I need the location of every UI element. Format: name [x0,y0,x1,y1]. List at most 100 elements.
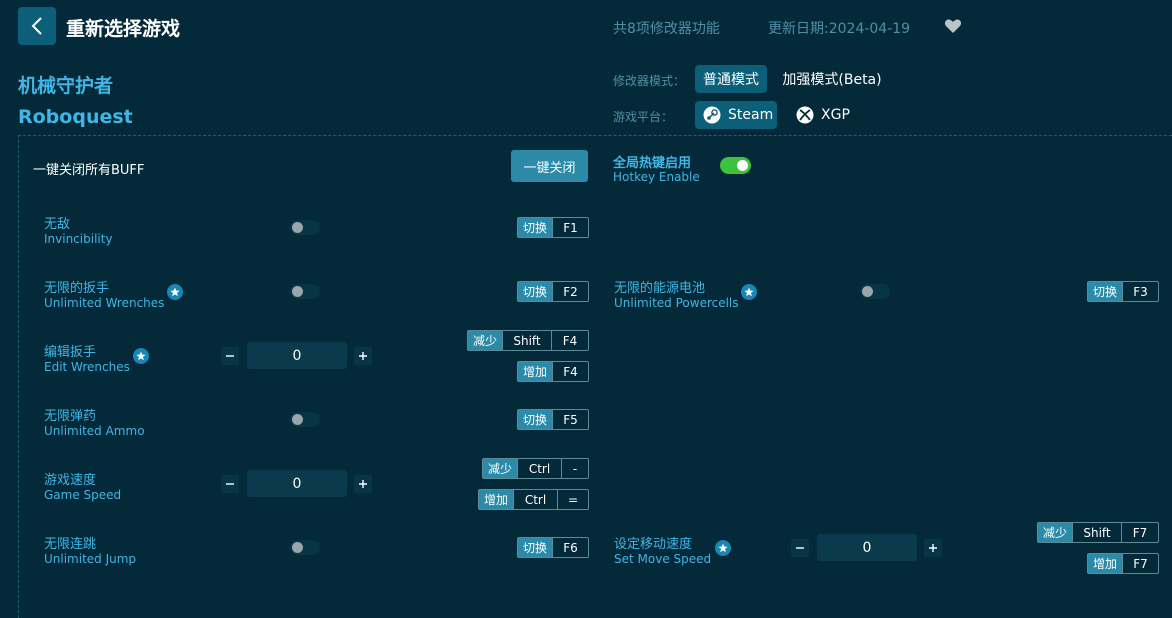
hotkey-action: 切换 [518,538,552,557]
edit-wrenches-input[interactable]: 0 [247,342,347,369]
option-label-cn: 设定移动速度 [614,537,693,552]
hotkey-action: 切换 [518,410,552,429]
hotkey-key: Shift [1072,523,1121,542]
option-label-en: Edit Wrenches [44,360,130,374]
hotkey-title: 全局热键启用 [613,156,692,171]
hotkey-key: F4 [552,362,588,381]
minus-icon [226,355,234,357]
close-all-button[interactable]: 一键关闭 [511,150,588,182]
steam-icon [703,106,721,124]
unlimited-wrenches-toggle[interactable] [290,284,320,299]
hotkey-key: = [557,490,588,509]
hotkey-key: Ctrl [517,459,561,478]
hotkey-action: 减少 [468,331,502,350]
option-label-en: Unlimited Powercells [614,296,739,310]
game-speed-input[interactable]: 0 [247,470,347,497]
unlimited-jump-toggle[interactable] [290,540,320,555]
option-label-cn: 无限连跳 [44,537,97,552]
page-title: 重新选择游戏 [66,18,181,40]
hotkey-action: 减少 [1038,523,1072,542]
hotkey-unlimited-ammo[interactable]: 切换 F5 [517,409,589,430]
update-date: 更新日期:2024-04-19 [768,21,911,37]
hotkey-action: 增加 [518,362,552,381]
hotkey-unlimited-wrenches[interactable]: 切换 F2 [517,281,589,302]
hotkey-key: F1 [552,218,588,237]
hotkey-move-speed-increase[interactable]: 增加 F7 [1087,553,1159,574]
hotkey-unlimited-powercells[interactable]: 切换 F3 [1087,281,1159,302]
hotkey-key: F5 [552,410,588,429]
hotkey-action: 减少 [483,459,517,478]
platform-steam-label: Steam [728,107,774,123]
unlimited-powercells-toggle[interactable] [860,284,890,299]
hotkey-move-speed-decrease[interactable]: 减少 Shift F7 [1037,522,1159,543]
hotkey-action: 切换 [1088,282,1122,301]
mode-label: 修改器模式： [613,74,686,88]
mode-normal-button[interactable]: 普通模式 [695,65,767,93]
unlimited-ammo-toggle[interactable] [290,412,320,427]
move-speed-input[interactable]: 0 [817,534,917,561]
toggle-knob [292,286,303,297]
options-panel [18,135,1172,618]
option-label-cn: 编辑扳手 [44,345,97,360]
platform-steam-button[interactable]: Steam [695,101,777,129]
hotkey-key: F3 [1122,282,1158,301]
chevron-left-icon [31,17,42,35]
decrement-button[interactable] [791,539,809,557]
option-label-en: Unlimited Ammo [44,424,145,438]
hotkey-subtitle: Hotkey Enable [613,170,700,184]
plus-icon [929,544,937,552]
option-label-cn: 游戏速度 [44,473,97,488]
hotkey-key: F7 [1121,523,1158,542]
xbox-icon [796,106,814,124]
feature-count: 共8项修改器功能 [613,21,720,37]
hotkey-action: 增加 [479,490,513,509]
minus-icon [796,547,804,549]
increment-button[interactable] [354,475,372,493]
toggle-knob [737,160,748,171]
invincibility-toggle[interactable] [290,220,320,235]
platform-xgp-label: XGP [821,107,850,123]
increment-button[interactable] [354,347,372,365]
hotkey-action: 增加 [1088,554,1122,573]
option-label-cn: 无敌 [44,217,71,232]
hotkey-unlimited-jump[interactable]: 切换 F6 [517,537,589,558]
decrement-button[interactable] [221,475,239,493]
hotkey-key: Ctrl [513,490,557,509]
toggle-knob [292,222,303,233]
option-label-en: Game Speed [44,488,122,502]
plus-icon [359,480,367,488]
hotkey-invincibility[interactable]: 切换 F1 [517,217,589,238]
hotkey-edit-wrenches-increase[interactable]: 增加 F4 [517,361,589,382]
toggle-knob [862,286,873,297]
toggle-knob [292,542,303,553]
star-icon [715,540,731,556]
option-label-en: Unlimited Wrenches [44,296,165,310]
hotkey-key: F2 [552,282,588,301]
game-title-en: Roboquest [18,106,133,128]
hotkey-game-speed-decrease[interactable]: 减少 Ctrl - [482,458,589,479]
close-all-label: 一键关闭所有BUFF [33,163,145,178]
option-label-en: Invincibility [44,232,113,246]
star-icon [133,348,149,364]
hotkey-enable-toggle[interactable] [720,157,751,174]
option-label-cn: 无限的能源电池 [614,281,706,296]
hotkey-key: F6 [552,538,588,557]
hotkey-game-speed-increase[interactable]: 增加 Ctrl = [478,489,589,510]
platform-label: 游戏平台： [613,110,674,124]
back-button[interactable] [18,7,56,45]
hotkey-key: F7 [1122,554,1158,573]
decrement-button[interactable] [221,347,239,365]
hotkey-key: Shift [502,331,551,350]
game-title-cn: 机械守护者 [18,75,114,97]
hotkey-key: F4 [551,331,588,350]
favorite-button[interactable] [944,17,962,35]
increment-button[interactable] [924,539,942,557]
option-label-en: Set Move Speed [614,552,712,566]
toggle-knob [292,414,303,425]
option-label-en: Unlimited Jump [44,552,137,566]
hotkey-action: 切换 [518,282,552,301]
option-label-cn: 无限的扳手 [44,281,110,296]
platform-xgp-button[interactable]: XGP [790,101,860,129]
mode-enhanced-button[interactable]: 加强模式(Beta) [776,65,888,93]
hotkey-edit-wrenches-decrease[interactable]: 减少 Shift F4 [467,330,589,351]
